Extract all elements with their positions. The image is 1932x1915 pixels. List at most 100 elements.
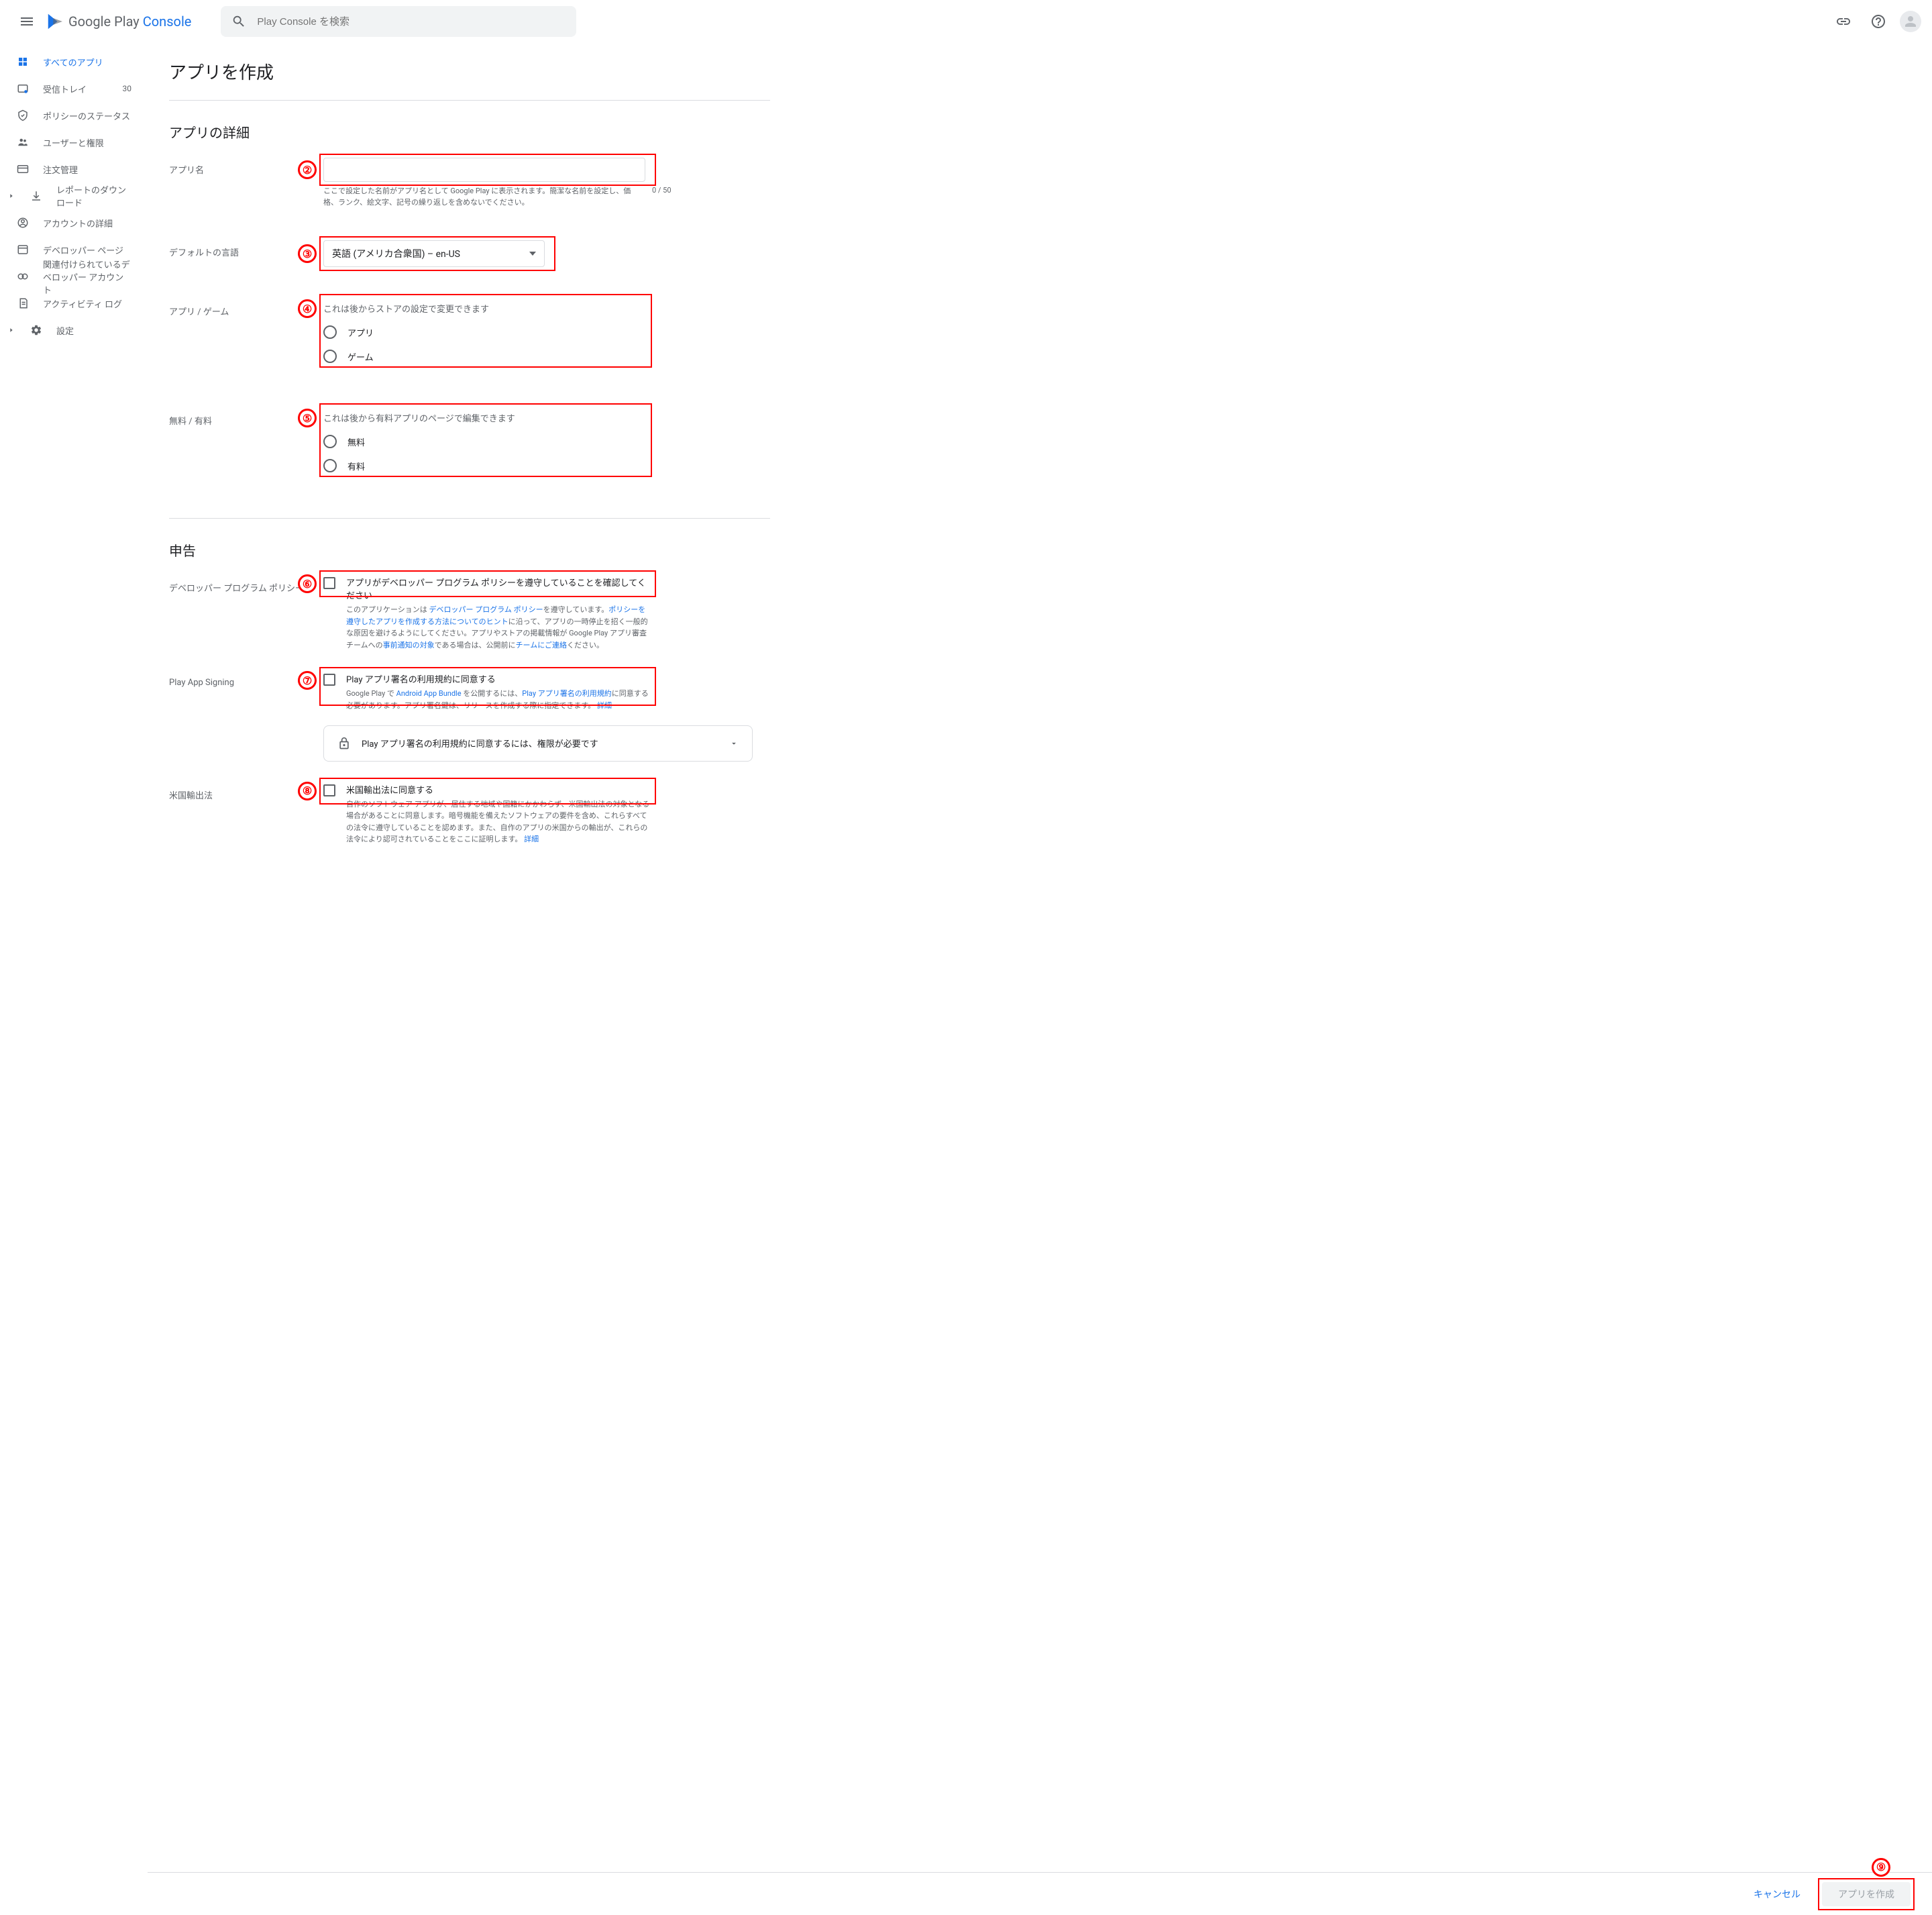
apps-icon bbox=[16, 55, 30, 68]
account-icon bbox=[16, 216, 30, 229]
link-dev-policy[interactable]: デベロッパー プログラム ポリシー bbox=[429, 605, 543, 614]
sidebar-item-reports[interactable]: レポートのダウンロード bbox=[0, 183, 148, 209]
chevron-down-icon bbox=[729, 739, 739, 748]
sidebar-item-label: ポリシーのステータス bbox=[43, 109, 131, 122]
label-app-game: アプリ / ゲーム bbox=[169, 299, 323, 376]
page-icon bbox=[16, 243, 30, 256]
row-us-export: 米国輸出法 ⑧ 米国輸出法に同意する 自作のソフトウェア アプリが、居住する地域… bbox=[169, 783, 770, 845]
chevron-right-icon bbox=[8, 327, 16, 333]
sidebar-item-badge: 30 bbox=[123, 84, 132, 93]
label-dev-policy: デベロッパー プログラム ポリシー bbox=[169, 576, 323, 651]
users-icon bbox=[16, 136, 30, 149]
row-default-lang: デフォルトの言語 ③ 英語 (アメリカ合衆国) – en-US bbox=[169, 240, 770, 267]
hint-free-paid: これは後から有料アプリのページで編集できます bbox=[323, 411, 652, 424]
sidebar-item-label: 関連付けられているデベロッパー アカウント bbox=[43, 258, 131, 296]
cancel-button[interactable]: キャンセル bbox=[1743, 1882, 1811, 1906]
menu-button[interactable] bbox=[11, 5, 43, 38]
radio-game[interactable]: ゲーム bbox=[323, 350, 652, 363]
sidebar-item-account[interactable]: アカウントの詳細 bbox=[0, 209, 148, 236]
sidebar-item-policy[interactable]: ポリシーのステータス bbox=[0, 102, 148, 129]
checkbox-desc-us-export: 自作のソフトウェア アプリが、居住する地域や国籍にかかわらず、米国輸出法の対象と… bbox=[346, 798, 652, 845]
logo-text: Google Play Console bbox=[68, 13, 191, 30]
sidebar-item-users[interactable]: ユーザーと権限 bbox=[0, 129, 148, 156]
checkbox-app-signing[interactable] bbox=[323, 674, 335, 686]
log-icon bbox=[16, 297, 30, 310]
row-dev-policy: デベロッパー プログラム ポリシー ⑥ アプリがデベロッパー プログラム ポリシ… bbox=[169, 576, 770, 651]
radio-app[interactable]: アプリ bbox=[323, 325, 652, 339]
annotation-badge-9: ⑨ bbox=[1872, 1858, 1890, 1877]
section-title-declarations: 申告 bbox=[169, 540, 770, 560]
person-icon bbox=[1902, 13, 1919, 30]
shield-icon bbox=[16, 109, 30, 122]
sidebar-item-label: レポートのダウンロード bbox=[56, 183, 131, 209]
sidebar-item-label: 設定 bbox=[56, 324, 131, 337]
sidebar-item-orders[interactable]: 注文管理 bbox=[0, 156, 148, 183]
row-app-signing: Play App Signing ⑦ Play アプリ署名の利用規約に同意する … bbox=[169, 672, 770, 761]
sidebar-item-label: ユーザーと権限 bbox=[43, 136, 131, 149]
radio-icon bbox=[323, 459, 337, 472]
row-app-game: アプリ / ゲーム ④ これは後からストアの設定で変更できます アプリ ゲーム bbox=[169, 299, 770, 376]
link-signing-terms[interactable]: Play アプリ署名の利用規約 bbox=[522, 689, 611, 698]
link-icon bbox=[1835, 13, 1851, 30]
sidebar-item-all-apps[interactable]: すべてのアプリ bbox=[0, 48, 148, 75]
row-free-paid: 無料 / 有料 ⑤ これは後から有料アプリのページで編集できます 無料 有料 bbox=[169, 409, 770, 486]
label-default-lang: デフォルトの言語 bbox=[169, 240, 323, 267]
main-content: アプリを作成 アプリの詳細 アプリ名 ② ここで設定した名前がアプリ名として G… bbox=[148, 43, 792, 945]
link-contact-team[interactable]: チームにご連絡 bbox=[516, 641, 567, 650]
sidebar-item-label: 注文管理 bbox=[43, 163, 131, 176]
hint-app-game: これは後からストアの設定で変更できます bbox=[323, 302, 652, 315]
page-title: アプリを作成 bbox=[169, 59, 770, 84]
link-signing-more[interactable]: 詳細 bbox=[597, 701, 612, 710]
search-box[interactable] bbox=[221, 6, 576, 37]
sidebar-item-label: すべてのアプリ bbox=[43, 56, 131, 68]
checkbox-desc-dev-policy: このアプリケーションは デベロッパー プログラム ポリシーを遵守しています。ポリ… bbox=[346, 604, 652, 651]
checkbox-us-export[interactable] bbox=[323, 784, 335, 796]
checkbox-label-us-export: 米国輸出法に同意する bbox=[346, 783, 652, 796]
download-icon bbox=[30, 189, 43, 203]
radio-icon bbox=[323, 435, 337, 448]
header: Google Play Console bbox=[0, 0, 1932, 43]
checkbox-dev-policy[interactable] bbox=[323, 577, 335, 589]
inbox-icon bbox=[16, 82, 30, 95]
checkbox-label-app-signing: Play アプリ署名の利用規約に同意する bbox=[346, 672, 652, 685]
label-us-export: 米国輸出法 bbox=[169, 783, 323, 845]
sidebar-item-label: アクティビティ ログ bbox=[43, 297, 131, 310]
logo[interactable]: Google Play Console bbox=[46, 11, 191, 32]
radio-icon bbox=[323, 350, 337, 363]
permission-panel[interactable]: Play アプリ署名の利用規約に同意するには、権限が必要です bbox=[323, 725, 753, 762]
sidebar-item-label: デベロッパー ページ bbox=[43, 244, 131, 256]
checkbox-label-dev-policy: アプリがデベロッパー プログラム ポリシーを遵守していることを確認してください bbox=[346, 576, 652, 601]
sidebar-item-label: アカウントの詳細 bbox=[43, 217, 131, 229]
gear-icon bbox=[30, 323, 43, 337]
linked-icon bbox=[16, 270, 30, 283]
avatar[interactable] bbox=[1900, 11, 1921, 32]
search-input[interactable] bbox=[257, 16, 566, 28]
create-app-button[interactable]: アプリを作成 bbox=[1822, 1882, 1911, 1906]
link-advance-notice[interactable]: 事前通知の対象 bbox=[383, 641, 435, 650]
link-button[interactable] bbox=[1830, 8, 1857, 35]
radio-free[interactable]: 無料 bbox=[323, 435, 652, 448]
help-button[interactable] bbox=[1865, 8, 1892, 35]
char-count: 0 / 50 bbox=[652, 186, 672, 195]
radio-icon bbox=[323, 325, 337, 339]
label-app-signing: Play App Signing bbox=[169, 672, 323, 761]
lock-icon bbox=[337, 737, 351, 750]
sidebar-item-settings[interactable]: 設定 bbox=[0, 317, 148, 344]
row-app-name: アプリ名 ② ここで設定した名前がアプリ名として Google Play に表示… bbox=[169, 158, 770, 208]
link-export-more[interactable]: 詳細 bbox=[524, 835, 539, 843]
search-icon bbox=[231, 14, 246, 29]
sidebar-item-label: 受信トレイ bbox=[43, 83, 109, 95]
card-icon bbox=[16, 162, 30, 176]
play-console-logo-icon bbox=[46, 11, 66, 32]
default-lang-select[interactable]: 英語 (アメリカ合衆国) – en-US bbox=[323, 240, 545, 267]
section-title-details: アプリの詳細 bbox=[169, 122, 770, 142]
label-free-paid: 無料 / 有料 bbox=[169, 409, 323, 486]
app-name-input[interactable] bbox=[323, 158, 645, 182]
link-aab[interactable]: Android App Bundle bbox=[396, 689, 462, 698]
chevron-down-icon bbox=[529, 252, 536, 256]
sidebar-item-linked[interactable]: 関連付けられているデベロッパー アカウント bbox=[0, 263, 148, 290]
sidebar-item-inbox[interactable]: 受信トレイ 30 bbox=[0, 75, 148, 102]
chevron-right-icon bbox=[8, 193, 16, 199]
radio-paid[interactable]: 有料 bbox=[323, 459, 652, 472]
footer: キャンセル ⑨ アプリを作成 bbox=[148, 1872, 1932, 1915]
